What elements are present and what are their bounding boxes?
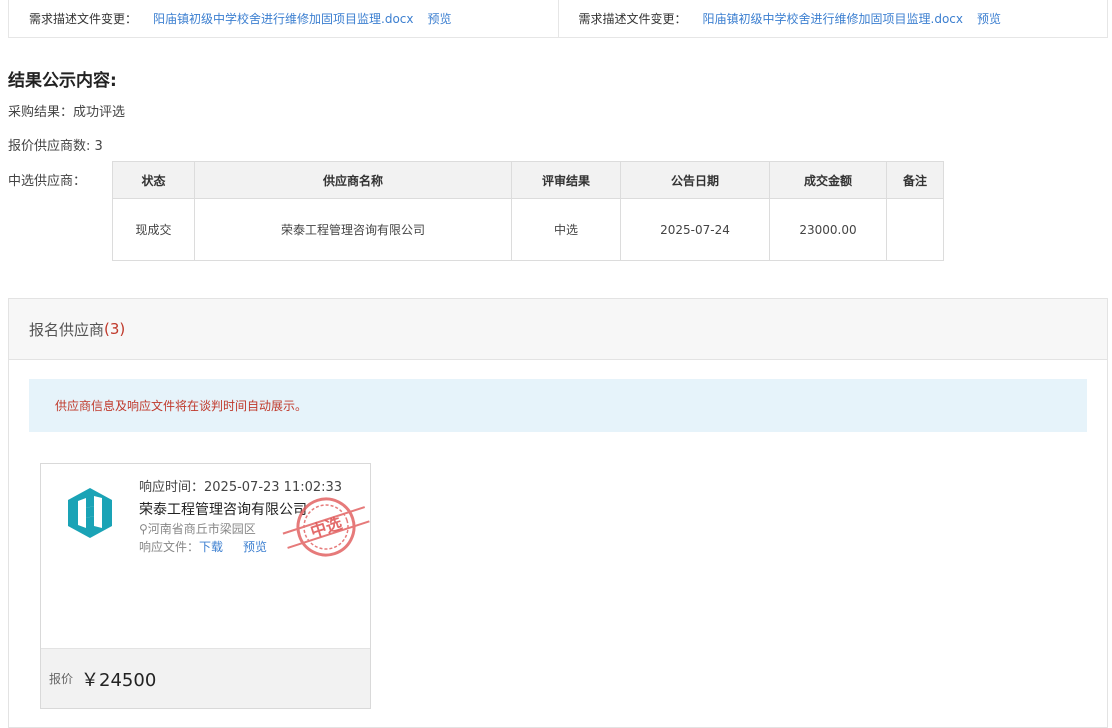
notice-banner: 供应商信息及响应文件将在谈判时间自动展示。 <box>29 379 1087 432</box>
col-supplier-name: 供应商名称 <box>194 161 512 199</box>
file-change-label: 需求描述文件变更： <box>578 12 687 26</box>
cell-deal-amount: 23000.00 <box>769 198 887 261</box>
cell-announce-date: 2025-07-24 <box>620 198 770 261</box>
panel-title: 报名供应商 <box>29 320 105 339</box>
cell-remark <box>886 198 944 261</box>
price-bar: 报价 ￥24500 <box>41 648 370 708</box>
col-deal-amount: 成交金额 <box>769 161 887 199</box>
supplier-address: ⚲河南省商丘市梁园区 <box>139 520 256 537</box>
notice-text: 供应商信息及响应文件将在谈判时间自动展示。 <box>55 399 308 413</box>
response-files-label: 响应文件： <box>139 540 200 554</box>
address-text: 河南省商丘市梁园区 <box>147 522 256 536</box>
cell-supplier-name: 荣泰工程管理咨询有限公司 <box>194 198 512 261</box>
registered-suppliers-panel: 报名供应商 (3) 供应商信息及响应文件将在谈判时间自动展示。 响应时间：2025… <box>8 298 1108 728</box>
col-announce-date: 公告日期 <box>620 161 770 199</box>
file-link[interactable]: 阳庙镇初级中学校舍进行维修加固项目监理.docx <box>703 10 963 27</box>
company-logo-icon <box>68 488 112 538</box>
preview-link[interactable]: 预览 <box>977 10 1001 27</box>
download-link[interactable]: 下载 <box>199 540 223 554</box>
preview-link[interactable]: 预览 <box>428 10 452 27</box>
stamp-text: 中选 <box>308 513 344 541</box>
table-header-row: 状态 供应商名称 评审结果 公告日期 成交金额 备注 <box>112 161 944 199</box>
price-value: ￥24500 <box>81 669 157 691</box>
cell-status: 现成交 <box>112 198 195 261</box>
supplier-count: (3) <box>104 320 126 338</box>
col-remark: 备注 <box>886 161 944 199</box>
location-pin-icon: ⚲ <box>139 522 148 536</box>
file-change-cell: 需求描述文件变更： 阳庙镇初级中学校舍进行维修加固项目监理.docx 预览 <box>9 0 558 37</box>
preview-link[interactable]: 预览 <box>243 540 267 554</box>
price-label: 报价 <box>49 672 74 686</box>
selected-supplier-label: 中选供应商： <box>8 174 87 189</box>
procurement-result: 采购结果：成功评选 <box>8 105 126 120</box>
result-table: 状态 供应商名称 评审结果 公告日期 成交金额 备注 现成交 荣泰工程管理咨询有… <box>112 161 944 261</box>
result-section-title: 结果公示内容: <box>8 71 117 91</box>
file-change-cell: 需求描述文件变更： 阳庙镇初级中学校舍进行维修加固项目监理.docx 预览 <box>557 0 1108 37</box>
selected-stamp-icon: 中选 <box>282 497 370 557</box>
col-status: 状态 <box>112 161 195 199</box>
file-change-label: 需求描述文件变更： <box>29 12 138 26</box>
cell-review-result: 中选 <box>511 198 621 261</box>
file-link[interactable]: 阳庙镇初级中学校舍进行维修加固项目监理.docx <box>153 10 413 27</box>
table-row: 现成交 荣泰工程管理咨询有限公司 中选 2025-07-24 23000.00 <box>112 198 944 261</box>
supplier-card: 响应时间：2025-07-23 11:02:33 荣泰工程管理咨询有限公司 ⚲河… <box>40 463 371 709</box>
file-change-bar: 需求描述文件变更： 阳庙镇初级中学校舍进行维修加固项目监理.docx 预览 需求… <box>8 0 1108 38</box>
response-files: 响应文件：下载 预览 <box>139 538 267 555</box>
quote-supplier-count: 报价供应商数: 3 <box>8 139 103 154</box>
panel-header: 报名供应商 (3) <box>9 299 1107 360</box>
col-review-result: 评审结果 <box>511 161 621 199</box>
